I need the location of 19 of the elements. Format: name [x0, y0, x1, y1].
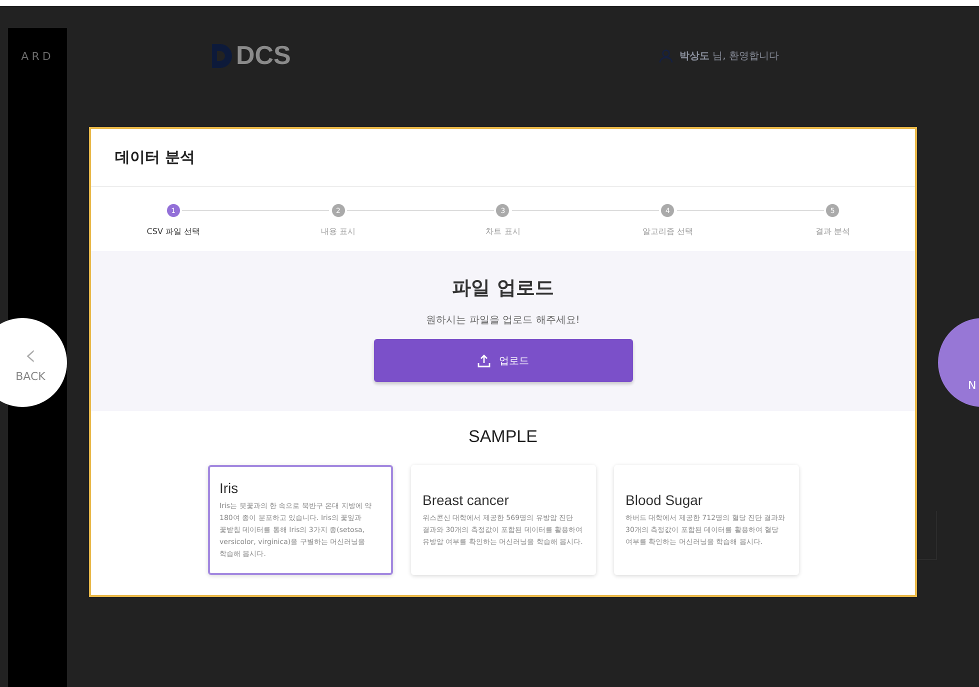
logo-text: DCS	[236, 40, 291, 71]
upload-title: 파일 업로드	[452, 276, 554, 301]
upload-subtitle: 원하시는 파일을 업로드 해주세요!	[426, 314, 580, 327]
step-label: CSV 파일 선택	[146, 226, 200, 237]
upload-button[interactable]: 업로드	[374, 339, 632, 382]
user-icon	[659, 48, 674, 62]
upload-icon	[477, 354, 491, 368]
step-label: 내용 표시	[320, 226, 356, 237]
card-title: Blood Sugar	[626, 492, 704, 508]
card-title: Iris	[220, 480, 240, 496]
step-label: 결과 분석	[815, 226, 850, 237]
modal-title: 데이터 분석	[115, 148, 196, 167]
step-label: 알고리즘 선택	[642, 226, 694, 237]
sidebar-label: ARD	[21, 50, 54, 64]
logo-icon	[210, 42, 232, 68]
card-title: Breast cancer	[422, 492, 510, 508]
step-label: 차트 표시	[486, 226, 520, 237]
sample-title: SAMPLE	[468, 427, 538, 447]
welcome-text: 박상도 님, 환영합니다	[679, 50, 779, 62]
